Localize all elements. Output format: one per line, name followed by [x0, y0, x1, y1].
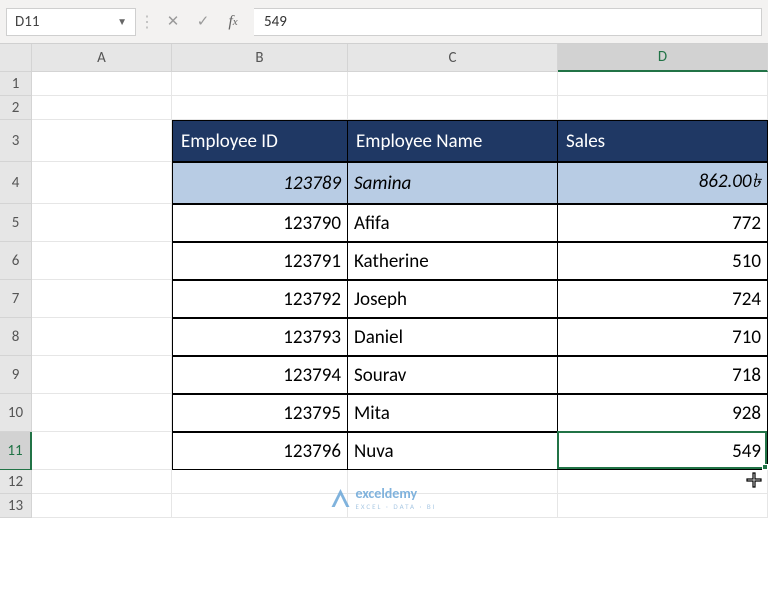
cell-C2[interactable]	[348, 96, 558, 120]
table-cell-sales[interactable]: 724	[558, 280, 768, 318]
table-cell-id[interactable]: 123789	[172, 162, 348, 204]
table-cell-id[interactable]: 123791	[172, 242, 348, 280]
cell-A4[interactable]	[32, 162, 172, 204]
cell-A8[interactable]	[32, 318, 172, 356]
formula-bar-separator: ⋮	[142, 8, 152, 36]
watermark: exceldemy EXCEL · DATA · BI	[331, 485, 436, 511]
column-header-C[interactable]: C	[348, 44, 558, 72]
table-header-D[interactable]: Sales	[558, 120, 768, 162]
table-cell-sales[interactable]: 710	[558, 318, 768, 356]
watermark-logo-icon	[331, 489, 349, 507]
column-header-D[interactable]: D	[558, 44, 768, 72]
table-cell-id[interactable]: 123794	[172, 356, 348, 394]
table-cell-id[interactable]: 123790	[172, 204, 348, 242]
table-cell-name[interactable]: Afifa	[348, 204, 558, 242]
spreadsheet-grid[interactable]: ABCDE123Employee IDEmployee NameSales412…	[0, 44, 768, 518]
cell-A11[interactable]	[32, 432, 172, 470]
cell-D2[interactable]	[558, 96, 768, 120]
cell-A3[interactable]	[32, 120, 172, 162]
insert-function-button[interactable]: fx	[218, 8, 248, 36]
cell-A12[interactable]	[32, 470, 172, 494]
table-cell-name[interactable]: Sourav	[348, 356, 558, 394]
formula-input[interactable]: 549	[254, 8, 762, 36]
cell-D13[interactable]	[558, 494, 768, 518]
watermark-tag: EXCEL · DATA · BI	[355, 502, 436, 511]
row-header-10[interactable]: 10	[0, 394, 32, 432]
row-header-13[interactable]: 13	[0, 494, 32, 518]
table-cell-name[interactable]: Nuva	[348, 432, 558, 470]
formula-input-value: 549	[264, 13, 287, 31]
table-cell-sales[interactable]: 549	[558, 432, 768, 470]
cell-A13[interactable]	[32, 494, 172, 518]
cell-D12[interactable]	[558, 470, 768, 494]
cell-A9[interactable]	[32, 356, 172, 394]
row-header-12[interactable]: 12	[0, 470, 32, 494]
cell-A2[interactable]	[32, 96, 172, 120]
table-header-B[interactable]: Employee ID	[172, 120, 348, 162]
cell-B1[interactable]	[172, 72, 348, 96]
table-cell-name[interactable]: Daniel	[348, 318, 558, 356]
table-cell-sales[interactable]: 510	[558, 242, 768, 280]
table-cell-id[interactable]: 123796	[172, 432, 348, 470]
watermark-brand: exceldemy	[355, 485, 417, 502]
cancel-formula-button[interactable]: ✕	[158, 8, 188, 36]
cell-B13[interactable]	[172, 494, 348, 518]
row-header-2[interactable]: 2	[0, 96, 32, 120]
cell-A1[interactable]	[32, 72, 172, 96]
cell-B12[interactable]	[172, 470, 348, 494]
name-box[interactable]: D11 ▼	[6, 8, 136, 36]
cell-D1[interactable]	[558, 72, 768, 96]
table-cell-id[interactable]: 123795	[172, 394, 348, 432]
table-cell-name[interactable]: Joseph	[348, 280, 558, 318]
table-cell-id[interactable]: 123792	[172, 280, 348, 318]
cell-B2[interactable]	[172, 96, 348, 120]
name-box-dropdown-icon[interactable]: ▼	[117, 15, 127, 28]
row-header-3[interactable]: 3	[0, 120, 32, 162]
cell-A10[interactable]	[32, 394, 172, 432]
cell-A5[interactable]	[32, 204, 172, 242]
table-cell-sales[interactable]: 928	[558, 394, 768, 432]
row-header-6[interactable]: 6	[0, 242, 32, 280]
cell-C1[interactable]	[348, 72, 558, 96]
row-header-1[interactable]: 1	[0, 72, 32, 96]
row-header-11[interactable]: 11	[0, 432, 32, 470]
cell-A7[interactable]	[32, 280, 172, 318]
row-header-5[interactable]: 5	[0, 204, 32, 242]
name-box-value: D11	[15, 13, 39, 31]
cell-A6[interactable]	[32, 242, 172, 280]
row-header-4[interactable]: 4	[0, 162, 32, 204]
column-header-A[interactable]: A	[32, 44, 172, 72]
table-header-C[interactable]: Employee Name	[348, 120, 558, 162]
table-cell-sales[interactable]: 772	[558, 204, 768, 242]
row-header-9[interactable]: 9	[0, 356, 32, 394]
column-header-B[interactable]: B	[172, 44, 348, 72]
table-cell-sales[interactable]: 862.00৳	[558, 162, 768, 204]
select-all-corner[interactable]	[0, 44, 32, 72]
accept-formula-button[interactable]: ✓	[188, 8, 218, 36]
table-cell-name[interactable]: Katherine	[348, 242, 558, 280]
row-header-7[interactable]: 7	[0, 280, 32, 318]
table-cell-name[interactable]: Mita	[348, 394, 558, 432]
row-header-8[interactable]: 8	[0, 318, 32, 356]
table-cell-sales[interactable]: 718	[558, 356, 768, 394]
formula-bar: D11 ▼ ⋮ ✕ ✓ fx 549	[0, 0, 768, 44]
table-cell-id[interactable]: 123793	[172, 318, 348, 356]
table-cell-name[interactable]: Samina	[348, 162, 558, 204]
